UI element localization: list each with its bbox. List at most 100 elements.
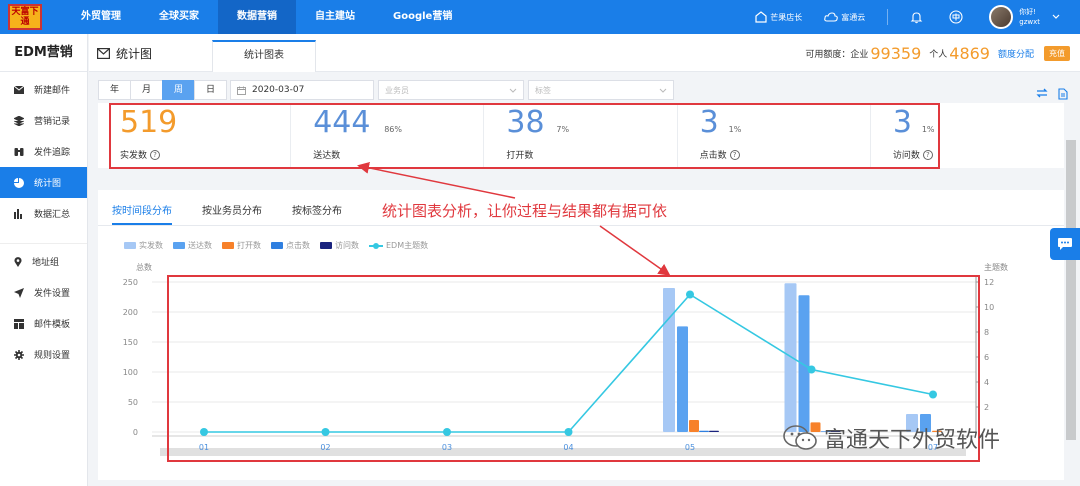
period-option-2[interactable]: 周 <box>162 80 195 100</box>
template-icon <box>14 318 29 329</box>
tag-placeholder: 标签 <box>535 85 551 95</box>
gear-icon <box>14 349 29 360</box>
point-edm-subjects-02[interactable] <box>321 428 330 436</box>
personal-quota-label: 个人 <box>929 49 948 60</box>
swap-icon[interactable] <box>1036 88 1048 103</box>
language-icon[interactable] <box>949 10 963 24</box>
document-icon[interactable] <box>1058 88 1068 103</box>
brand-logo[interactable]: 天富下通 <box>8 4 42 30</box>
date-value: 2020-03-07 <box>252 85 305 95</box>
bar-打开数-05[interactable] <box>689 420 699 432</box>
sidebar-item-8[interactable]: 规则设置 <box>0 339 87 370</box>
page-title-text: 统计图 <box>116 46 153 61</box>
salesperson-select[interactable]: 业务员 <box>378 80 524 100</box>
sidebar-item-4[interactable]: 数据汇总 <box>0 198 87 229</box>
sidebar-item-5[interactable]: 地址组 <box>0 246 87 277</box>
nav-item-3[interactable]: 自主建站 <box>296 0 374 34</box>
chevron-down-icon[interactable] <box>1052 13 1060 22</box>
y-tick-label: 200 <box>123 308 138 317</box>
user-info[interactable]: 你好! gzwxt <box>1019 7 1040 27</box>
point-edm-subjects-07[interactable] <box>929 390 937 399</box>
period-option-3[interactable]: 日 <box>194 80 227 100</box>
envelope-icon <box>14 85 29 94</box>
sidebar-item-label: 发件追踪 <box>34 148 71 158</box>
nav-item-4[interactable]: Google营销 <box>374 0 471 34</box>
filter-bar: 年月周日 2020-03-07 业务员 标签 <box>98 80 674 100</box>
y2-tick-label: 6 <box>984 353 989 362</box>
enterprise-quota-value: 99359 <box>870 43 922 63</box>
layers-icon <box>14 115 29 126</box>
nav-item-1[interactable]: 全球买家 <box>140 0 218 34</box>
y2-axis-title: 主题数 <box>984 262 1008 272</box>
point-edm-subjects-06[interactable] <box>807 365 816 374</box>
y2-tick-label: 4 <box>984 378 989 387</box>
date-picker[interactable]: 2020-03-07 <box>230 80 374 100</box>
period-selector: 年月周日 <box>98 80 227 100</box>
page-title: 统计图 <box>97 34 152 72</box>
period-option-0[interactable]: 年 <box>98 80 131 100</box>
y-tick-label: 0 <box>133 428 138 437</box>
personal-quota-value: 4869 <box>949 43 990 63</box>
mango-store-link[interactable]: 芒果店长 <box>755 11 802 23</box>
wechat-icon <box>783 425 817 450</box>
scrollbar[interactable] <box>1066 140 1076 440</box>
y-tick-label: 50 <box>128 398 138 407</box>
sidebar-item-3[interactable]: 统计图 <box>0 167 87 198</box>
sidebar-item-2[interactable]: 发件追踪 <box>0 136 87 167</box>
chat-button[interactable] <box>1050 228 1080 260</box>
salesperson-placeholder: 业务员 <box>385 85 409 95</box>
store-icon <box>755 11 767 23</box>
top-nav-right: 芒果店长 富通云 你好! gzwxt <box>755 0 1080 34</box>
point-edm-subjects-01[interactable] <box>200 428 208 436</box>
chevron-down-icon <box>509 88 517 93</box>
bar-点击数-05[interactable] <box>699 430 709 432</box>
sidebar-item-label: 邮件模板 <box>34 320 71 330</box>
y2-tick-label: 2 <box>984 403 989 412</box>
sidebar-item-label: 数据汇总 <box>34 210 71 220</box>
tag-select[interactable]: 标签 <box>528 80 674 100</box>
sidebar-item-6[interactable]: 发件设置 <box>0 277 87 308</box>
chat-icon <box>1058 238 1072 250</box>
sidebar-item-label: 地址组 <box>32 258 60 268</box>
send-icon <box>14 287 29 298</box>
bar-实发数-06[interactable] <box>784 283 797 432</box>
tab-statistics-chart[interactable]: 统计图表 <box>212 40 316 72</box>
allocate-quota-link[interactable]: 额度分配 <box>998 47 1034 60</box>
y-tick-label: 250 <box>123 278 138 287</box>
greeting-text: 你好! <box>1019 8 1037 16</box>
watermark-text: 富通天下外贸软件 <box>824 428 1001 453</box>
nav-item-2[interactable]: 数据营销 <box>218 0 296 34</box>
point-edm-subjects-03[interactable] <box>443 428 451 436</box>
y2-tick-label: 8 <box>984 328 989 337</box>
sidebar-item-label: 规则设置 <box>34 351 71 361</box>
sidebar-item-0[interactable]: 新建邮件 <box>0 74 87 105</box>
bar-送达数-05[interactable] <box>677 326 688 432</box>
point-edm-subjects-04[interactable] <box>564 428 573 436</box>
sidebar-title: EDM营销 <box>0 34 87 72</box>
bar-送达数-06[interactable] <box>798 295 810 432</box>
point-edm-subjects-05[interactable] <box>686 290 694 299</box>
bell-icon[interactable] <box>910 11 923 24</box>
nav-item-0[interactable]: 外贸管理 <box>62 0 140 34</box>
mango-store-label: 芒果店长 <box>770 12 803 22</box>
bar-访问数-05[interactable] <box>709 430 719 432</box>
chevron-down-icon <box>659 88 667 93</box>
calendar-icon <box>237 86 246 95</box>
avatar[interactable] <box>989 5 1014 29</box>
line-edm-subjects <box>204 293 934 433</box>
recharge-button[interactable]: 充值 <box>1044 45 1070 61</box>
y2-tick-label: 10 <box>984 303 994 312</box>
bar-实发数-05[interactable] <box>663 288 675 432</box>
username-text: gzwxt <box>1019 18 1040 26</box>
sidebar-item-7[interactable]: 邮件模板 <box>0 308 87 339</box>
brand-logo-text: 天富下通 <box>11 7 39 27</box>
sidebar-item-label: 新建邮件 <box>34 86 71 96</box>
watermark: 富通天下外贸软件 <box>782 422 1000 454</box>
cloud-link[interactable]: 富通云 <box>824 12 865 23</box>
sidebar-item-1[interactable]: 营销记录 <box>0 105 87 136</box>
y-tick-label: 100 <box>123 368 138 377</box>
y-tick-label: 150 <box>123 338 138 347</box>
binoculars-icon <box>14 147 29 157</box>
toolbar-icons <box>1026 88 1068 103</box>
period-option-1[interactable]: 月 <box>130 80 163 100</box>
